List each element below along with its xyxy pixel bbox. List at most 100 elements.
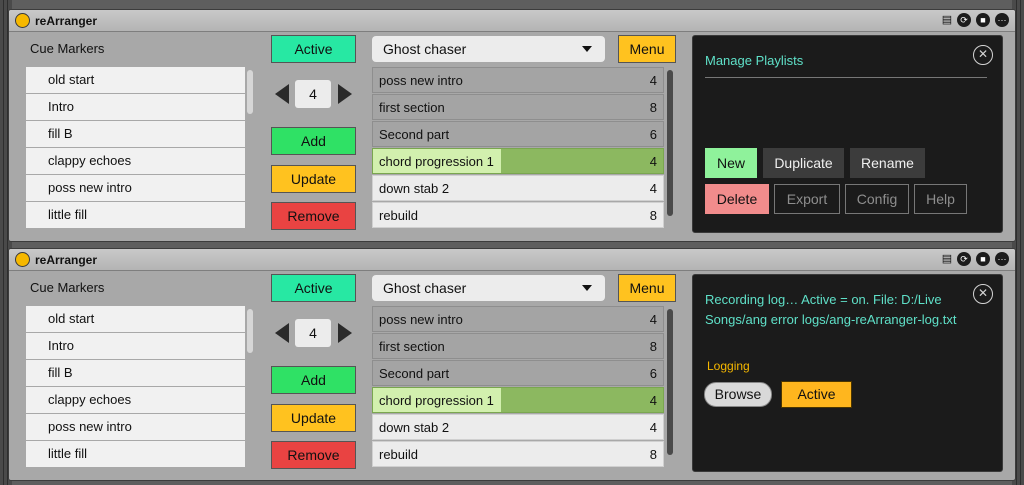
arrow-left-icon[interactable] [275, 84, 289, 104]
duplicate-button[interactable]: Duplicate [763, 148, 844, 178]
sequence-scrollbar[interactable] [667, 309, 673, 455]
table-row[interactable]: down stab 2 4 [372, 175, 664, 201]
rename-button[interactable]: Rename [850, 148, 925, 178]
cue-markers-list: old start Intro fill B clappy echoes pos… [26, 67, 245, 229]
row-name: down stab 2 [379, 181, 450, 196]
list-item[interactable]: clappy echoes [26, 148, 245, 174]
power-icon[interactable] [15, 252, 30, 267]
update-button[interactable]: Update [271, 165, 356, 193]
playlist-select[interactable]: Ghost chaser [372, 275, 605, 301]
close-icon[interactable]: ✕ [973, 45, 993, 65]
row-name: first section [379, 100, 445, 115]
list-item[interactable]: old start [26, 306, 245, 332]
row-name: Second part [379, 366, 450, 381]
row-count: 4 [649, 73, 657, 88]
refresh-icon[interactable]: ⟳ [957, 13, 971, 27]
row-name: poss new intro [379, 312, 463, 327]
logging-active-toggle[interactable]: Active [781, 381, 852, 408]
quantity-stepper[interactable]: 4 [295, 80, 331, 108]
table-row[interactable]: poss new intro 4 [372, 67, 664, 93]
list-item[interactable]: little fill [26, 202, 245, 228]
row-count: 4 [649, 154, 657, 169]
sequence-list: poss new intro 4 first section 8 Second pa… [372, 67, 664, 229]
row-name: chord progression 1 [379, 393, 494, 408]
row-name: first section [379, 339, 445, 354]
save-icon[interactable]: ■ [976, 13, 990, 27]
table-row[interactable]: first section 8 [372, 94, 664, 120]
delete-button[interactable]: Delete [705, 184, 769, 214]
list-item[interactable]: old start [26, 67, 245, 93]
row-name: poss new intro [379, 73, 463, 88]
close-icon[interactable]: ✕ [973, 284, 993, 304]
save-icon[interactable]: ■ [976, 252, 990, 266]
cue-markers-title: Cue Markers [30, 280, 105, 295]
table-row[interactable]: rebuild 8 [372, 441, 664, 467]
chevron-down-icon [582, 285, 592, 291]
active-button[interactable]: Active [271, 274, 356, 302]
table-row-selected[interactable]: chord progression 1 4 [372, 148, 664, 174]
refresh-icon[interactable]: ⟳ [957, 252, 971, 266]
list-item[interactable]: Intro [26, 94, 245, 120]
add-button[interactable]: Add [271, 366, 356, 394]
table-row[interactable]: Second part 6 [372, 360, 664, 386]
table-row[interactable]: Second part 6 [372, 121, 664, 147]
list-item[interactable]: poss new intro [26, 175, 245, 201]
table-row-selected[interactable]: chord progression 1 4 [372, 387, 664, 413]
row-name: rebuild [379, 447, 419, 462]
device-rearranger-1: reArranger ▤ ⟳ ■ ··· Cue Markers old sta… [8, 9, 1016, 242]
list-item[interactable]: little fill [26, 441, 245, 467]
add-button[interactable]: Add [271, 127, 356, 155]
cue-list-scrollbar[interactable] [247, 309, 253, 353]
row-count: 4 [649, 393, 657, 408]
list-item[interactable]: Intro [26, 333, 245, 359]
help-button[interactable]: Help [914, 184, 967, 214]
panel-title: Manage Playlists [705, 53, 804, 68]
device-title-bar: reArranger ▤ ⟳ ■ ··· [9, 10, 1015, 32]
power-icon[interactable] [15, 13, 30, 28]
arrow-left-icon[interactable] [275, 323, 289, 343]
list-item[interactable]: fill B [26, 360, 245, 386]
list-item[interactable]: clappy echoes [26, 387, 245, 413]
remove-button[interactable]: Remove [271, 202, 356, 230]
config-button[interactable]: Config [845, 184, 909, 214]
list-item[interactable]: fill B [26, 121, 245, 147]
device-rearranger-2: reArranger ▤ ⟳ ■ ··· Cue Markers old sta… [8, 248, 1016, 481]
update-button[interactable]: Update [271, 404, 356, 432]
row-name: chord progression 1 [379, 154, 494, 169]
cue-list-scrollbar[interactable] [247, 70, 253, 114]
row-count: 4 [649, 420, 657, 435]
clip-icon[interactable]: ▤ [940, 13, 954, 27]
active-button[interactable]: Active [271, 35, 356, 63]
list-item[interactable]: poss new intro [26, 414, 245, 440]
row-name: down stab 2 [379, 420, 450, 435]
table-row[interactable]: poss new intro 4 [372, 306, 664, 332]
row-count: 4 [649, 181, 657, 196]
browse-button[interactable]: Browse [704, 382, 772, 407]
new-button[interactable]: New [705, 148, 757, 178]
table-row[interactable]: rebuild 8 [372, 202, 664, 228]
row-count: 8 [649, 447, 657, 462]
arrow-right-icon[interactable] [338, 84, 352, 104]
playlist-select[interactable]: Ghost chaser [372, 36, 605, 62]
menu-button[interactable]: Menu [618, 274, 676, 302]
more-icon[interactable]: ··· [995, 13, 1009, 27]
logging-label: Logging [707, 359, 750, 373]
clip-icon[interactable]: ▤ [940, 252, 954, 266]
table-row[interactable]: first section 8 [372, 333, 664, 359]
quantity-stepper[interactable]: 4 [295, 319, 331, 347]
device-title-bar: reArranger ▤ ⟳ ■ ··· [9, 249, 1015, 271]
logging-panel: Recording log… Active = on. File: D:/Liv… [692, 274, 1003, 472]
arrow-right-icon[interactable] [338, 323, 352, 343]
remove-button[interactable]: Remove [271, 441, 356, 469]
row-count: 8 [649, 100, 657, 115]
more-icon[interactable]: ··· [995, 252, 1009, 266]
sequence-scrollbar[interactable] [667, 70, 673, 216]
row-count: 8 [649, 339, 657, 354]
row-name: rebuild [379, 208, 419, 223]
table-row[interactable]: down stab 2 4 [372, 414, 664, 440]
menu-button[interactable]: Menu [618, 35, 676, 63]
row-count: 6 [649, 127, 657, 142]
row-count: 8 [649, 208, 657, 223]
playlist-select-value: Ghost chaser [383, 41, 467, 57]
export-button[interactable]: Export [774, 184, 840, 214]
